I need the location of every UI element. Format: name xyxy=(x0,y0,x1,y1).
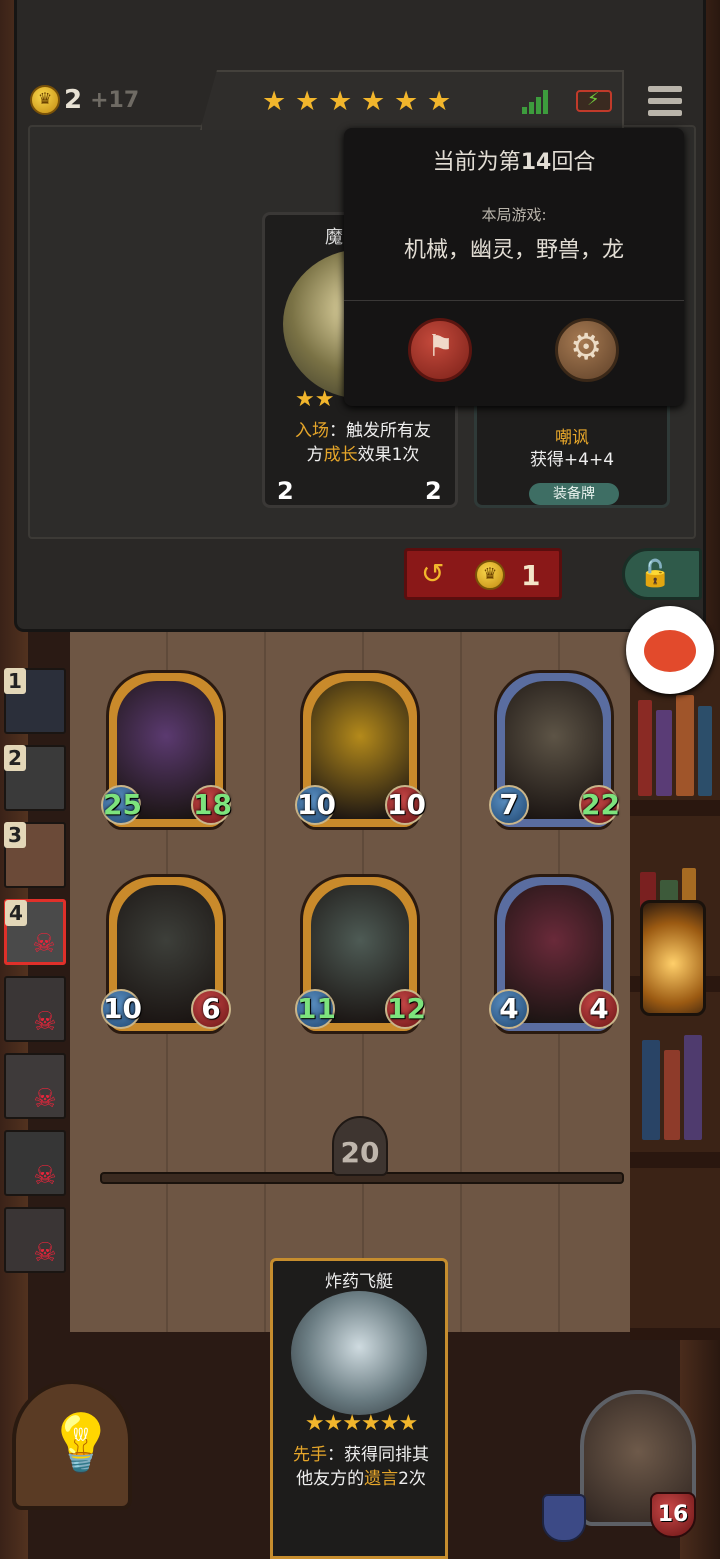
star-icon: ★ xyxy=(328,86,353,117)
unlock-icon: 🔓 xyxy=(639,559,672,589)
surrender-button[interactable]: ⚑ xyxy=(408,318,472,382)
minion-attack: 11 xyxy=(295,989,336,1029)
desc-part: 他友方的 xyxy=(296,1469,365,1489)
minion-attack: 4 xyxy=(489,989,529,1029)
gold-display: ♛ 2 +17 xyxy=(30,84,139,116)
wall-lamp xyxy=(640,900,706,1016)
card-health: 2 xyxy=(425,477,442,505)
gold-amount: 2 xyxy=(64,85,83,115)
card-attack: 2 xyxy=(277,477,294,505)
player-slot[interactable]: 2 xyxy=(4,745,66,811)
skull-crossbones-icon: ☠ xyxy=(33,1161,57,1191)
desc-part: 2次 xyxy=(398,1469,426,1489)
skull-crossbones-icon: ☠ xyxy=(33,1007,57,1037)
player-slot[interactable]: ☠ xyxy=(4,1053,66,1119)
crown-coin-icon: ♛ xyxy=(30,85,60,115)
equipment-tag: 装备牌 xyxy=(529,483,619,505)
card-desc: 获得+4+4 xyxy=(529,450,615,470)
highlight: 遗言 xyxy=(364,1469,399,1489)
player-slot[interactable]: 3 xyxy=(4,822,66,888)
player-rank: 3 xyxy=(4,822,26,848)
card-stars: ★★ xyxy=(295,387,335,412)
round-number: 14 xyxy=(520,150,552,175)
app-overlay-button[interactable] xyxy=(626,606,714,694)
hint-button[interactable]: 💡 xyxy=(12,1380,132,1510)
card-portrait xyxy=(291,1291,427,1415)
settings-button[interactable]: ⚙ xyxy=(555,318,619,382)
player-slot[interactable]: ☠ xyxy=(4,976,66,1042)
keyword: 入场 xyxy=(295,421,329,441)
minion-health: 18 xyxy=(191,785,232,825)
refresh-cost: 1 xyxy=(521,559,541,592)
desc-part: ：获得同排其 xyxy=(327,1445,429,1465)
tomato-icon xyxy=(644,630,696,672)
player-rank: 2 xyxy=(4,745,26,771)
flag-surrender-icon: ⚑ xyxy=(427,329,454,364)
player-slot[interactable]: ☠ xyxy=(4,1207,66,1273)
skull-crossbones-icon: ☠ xyxy=(33,1238,57,1268)
desc-part: ：触发所有友 xyxy=(329,421,431,441)
player-rank: 1 xyxy=(4,668,26,694)
star-icon: ★ xyxy=(262,86,287,117)
hero-health-value: 16 xyxy=(657,1502,689,1527)
minion-attack: 7 xyxy=(489,785,529,825)
gear-settings-icon: ⚙ xyxy=(570,327,603,368)
signal-bars-icon xyxy=(522,88,554,114)
minion-health: 22 xyxy=(579,785,620,825)
minion-attack: 10 xyxy=(101,989,142,1029)
gold-income: +17 xyxy=(90,87,140,113)
highlight: 成长 xyxy=(323,445,358,465)
game-label: 本局游戏: xyxy=(481,206,547,224)
minion-attack: 10 xyxy=(295,785,336,825)
minion-health: 6 xyxy=(191,989,231,1029)
hero-health: 16 xyxy=(650,1492,696,1538)
star-icon: ★ xyxy=(394,86,419,117)
crown-coin-icon: ♛ xyxy=(475,560,505,590)
refresh-button[interactable]: ↺ ♛ 1 xyxy=(404,548,562,600)
battery-charging-icon: ⚡ xyxy=(576,89,612,112)
lock-shop-button[interactable]: 🔓 xyxy=(622,548,702,600)
desc-part: 方 xyxy=(306,445,324,465)
refresh-icon: ↺ xyxy=(421,557,445,590)
card-desc: 入场：触发所有友 方成长效果1次 xyxy=(275,419,451,467)
skull-crossbones-icon: ☠ xyxy=(33,1084,57,1114)
tribe-list: 机械，幽灵，野兽，龙 xyxy=(403,238,624,263)
card-title: 炸药飞艇 xyxy=(325,1272,393,1292)
star-icon: ★ xyxy=(295,86,320,117)
board-minion[interactable]: 7 22 xyxy=(489,670,620,830)
player-slot[interactable]: 1 xyxy=(4,668,66,734)
minion-health: 10 xyxy=(385,785,426,825)
board-minion[interactable]: 44 xyxy=(489,874,619,1034)
timer-badge: 20 xyxy=(332,1116,388,1176)
player-slot[interactable]: 4 ☠ xyxy=(4,899,66,965)
minion-attack: 25 xyxy=(101,785,142,825)
round-suffix: 回合 xyxy=(551,150,596,175)
tier-stars: ★ ★ ★ ★ ★ ★ xyxy=(262,88,462,120)
card-stars: ★★★★★★ xyxy=(304,1411,418,1436)
player-rank: 4 xyxy=(5,900,27,926)
board-minion[interactable]: 10 6 xyxy=(101,874,231,1034)
armor-icon xyxy=(542,1494,586,1542)
round-prefix: 当前为第 xyxy=(432,150,521,175)
board-minion[interactable]: 11 12 xyxy=(295,874,426,1034)
minion-health: 4 xyxy=(579,989,619,1029)
star-icon: ★ xyxy=(427,86,452,117)
hamburger-menu-icon[interactable] xyxy=(648,86,682,116)
hand-card[interactable]: 炸药飞艇 ★★★★★★ 先手：获得同排其 他友方的遗言2次 xyxy=(270,1258,448,1559)
popup-divider xyxy=(344,300,684,301)
player-slot[interactable]: ☠ xyxy=(4,1130,66,1196)
timer-value: 20 xyxy=(340,1136,380,1169)
skull-crossbones-icon: ☠ xyxy=(32,929,56,959)
desc-part: 效果1次 xyxy=(357,445,420,465)
star-icon: ★ xyxy=(361,86,386,117)
keyword: 先手 xyxy=(293,1445,327,1465)
card-title: 魔 xyxy=(325,227,343,248)
board-minion[interactable]: 10 10 xyxy=(295,670,426,830)
board-minion[interactable]: 25 18 xyxy=(101,670,232,830)
round-text: 当前为第14回合 xyxy=(344,144,684,176)
card-desc: 先手：获得同排其 他友方的遗言2次 xyxy=(277,1443,445,1491)
minion-health: 12 xyxy=(385,989,426,1029)
lightbulb-icon: 💡 xyxy=(46,1411,116,1476)
